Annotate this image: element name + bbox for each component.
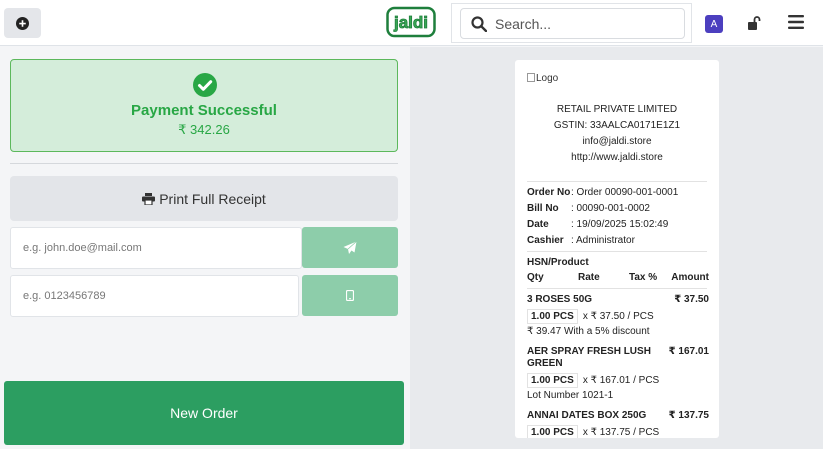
- receipt[interactable]: Logo RETAIL PRIVATE LIMITED GSTIN: 33AAL…: [515, 60, 719, 438]
- receipt-divider: [527, 181, 707, 182]
- receipt-line-item: ANNAI DATES BOX 250G ₹ 137.75 1.00 PCS x ₹…: [527, 410, 709, 438]
- svg-text:jaldi: jaldi: [393, 13, 428, 32]
- item-qty: 1.00 PCS: [527, 309, 578, 324]
- item-rate: x ₹ 137.75 / PCS: [582, 427, 660, 438]
- payment-panel: Payment Successful ₹ 342.26 Print Full R…: [0, 47, 410, 449]
- item-amount: ₹ 137.75: [668, 410, 709, 421]
- phone-field[interactable]: [10, 275, 299, 317]
- item-rate: x ₹ 37.50 / PCS: [582, 311, 654, 322]
- column-amount: Amount: [671, 272, 709, 283]
- receipt-column-headers: Qty Rate Tax % Amount: [527, 272, 709, 283]
- item-name: ANNAI DATES BOX 250G: [527, 410, 647, 421]
- divider: [10, 163, 398, 164]
- plus-circle-icon: [16, 16, 29, 30]
- company-website: http://www.jaldi.store: [571, 152, 663, 163]
- receipt-line-item: AER SPRAY FRESH LUSH GREEN ₹ 167.01 1.00 …: [527, 346, 709, 401]
- search-input[interactable]: [495, 15, 675, 32]
- receipt-meta-row: Cashier: Administrator: [527, 235, 635, 246]
- receipt-meta-row: Order No: Order 00090-001-0001: [527, 187, 679, 198]
- item-name: 3 ROSES 50G: [527, 294, 593, 305]
- new-order-button[interactable]: New Order: [4, 381, 404, 445]
- company-gstin: GSTIN: 33AALCA0171E1Z1: [553, 120, 681, 131]
- item-amount: ₹ 167.01: [668, 346, 709, 357]
- payment-status-title: Payment Successful: [131, 102, 277, 119]
- receipt-line-item: 3 ROSES 50G ₹ 37.50 1.00 PCS x ₹ 37.50 / P…: [527, 294, 709, 337]
- receipt-meta: Order No: Order 00090-001-0001 Bill No: …: [527, 185, 712, 249]
- item-note: Lot Number 1021-1: [527, 390, 614, 401]
- top-bar: jaldi A: [0, 0, 823, 46]
- receipt-logo: Logo: [527, 73, 558, 84]
- receipt-company-info: RETAIL PRIVATE LIMITED GSTIN: 33AALCA017…: [515, 102, 719, 166]
- new-order-label: New Order: [170, 405, 238, 421]
- printer-icon: [142, 192, 156, 205]
- send-email-button[interactable]: [302, 227, 398, 268]
- unlock-icon[interactable]: [747, 15, 761, 31]
- item-note: ₹ 39.47 With a 5% discount: [527, 326, 650, 337]
- search-box[interactable]: [460, 8, 685, 39]
- search-container: [451, 3, 692, 43]
- item-qty: 1.00 PCS: [527, 425, 578, 438]
- item-rate: x ₹ 167.01 / PCS: [582, 375, 660, 386]
- item-name: AER SPRAY FRESH LUSH GREEN: [527, 346, 651, 369]
- mobile-phone-icon: [346, 290, 354, 301]
- column-rate: Rate: [578, 272, 600, 283]
- company-name: RETAIL PRIVATE LIMITED: [556, 104, 678, 115]
- add-button[interactable]: [4, 8, 41, 38]
- receipt-section-title: HSN/Product: [527, 257, 589, 268]
- hamburger-menu-icon[interactable]: [788, 15, 804, 29]
- payment-amount: ₹ 342.26: [178, 122, 230, 137]
- receipt-divider: [527, 251, 707, 252]
- item-amount: ₹ 37.50: [674, 294, 709, 305]
- broken-image-icon: [527, 73, 535, 82]
- receipt-preview-panel: Logo RETAIL PRIVATE LIMITED GSTIN: 33AAL…: [410, 47, 823, 449]
- receipt-meta-row: Bill No: 00090-001-0002: [527, 203, 650, 214]
- item-qty: 1.00 PCS: [527, 373, 578, 388]
- print-receipt-button[interactable]: Print Full Receipt: [10, 176, 398, 221]
- print-receipt-label: Print Full Receipt: [159, 190, 266, 207]
- paper-plane-icon: [343, 240, 357, 254]
- column-tax: Tax %: [629, 272, 658, 283]
- jaldi-logo[interactable]: jaldi: [386, 6, 436, 38]
- column-qty: Qty: [527, 272, 544, 283]
- send-sms-button[interactable]: [302, 275, 398, 316]
- receipt-meta-row: Date: 19/09/2025 15:02:49: [527, 219, 669, 230]
- check-circle-icon: [193, 73, 217, 97]
- receipt-divider: [527, 288, 707, 289]
- email-field[interactable]: [10, 227, 302, 269]
- payment-success-card: Payment Successful ₹ 342.26: [10, 59, 398, 152]
- avatar[interactable]: A: [705, 15, 723, 33]
- search-icon: [471, 15, 487, 32]
- company-email: info@jaldi.store: [582, 136, 652, 147]
